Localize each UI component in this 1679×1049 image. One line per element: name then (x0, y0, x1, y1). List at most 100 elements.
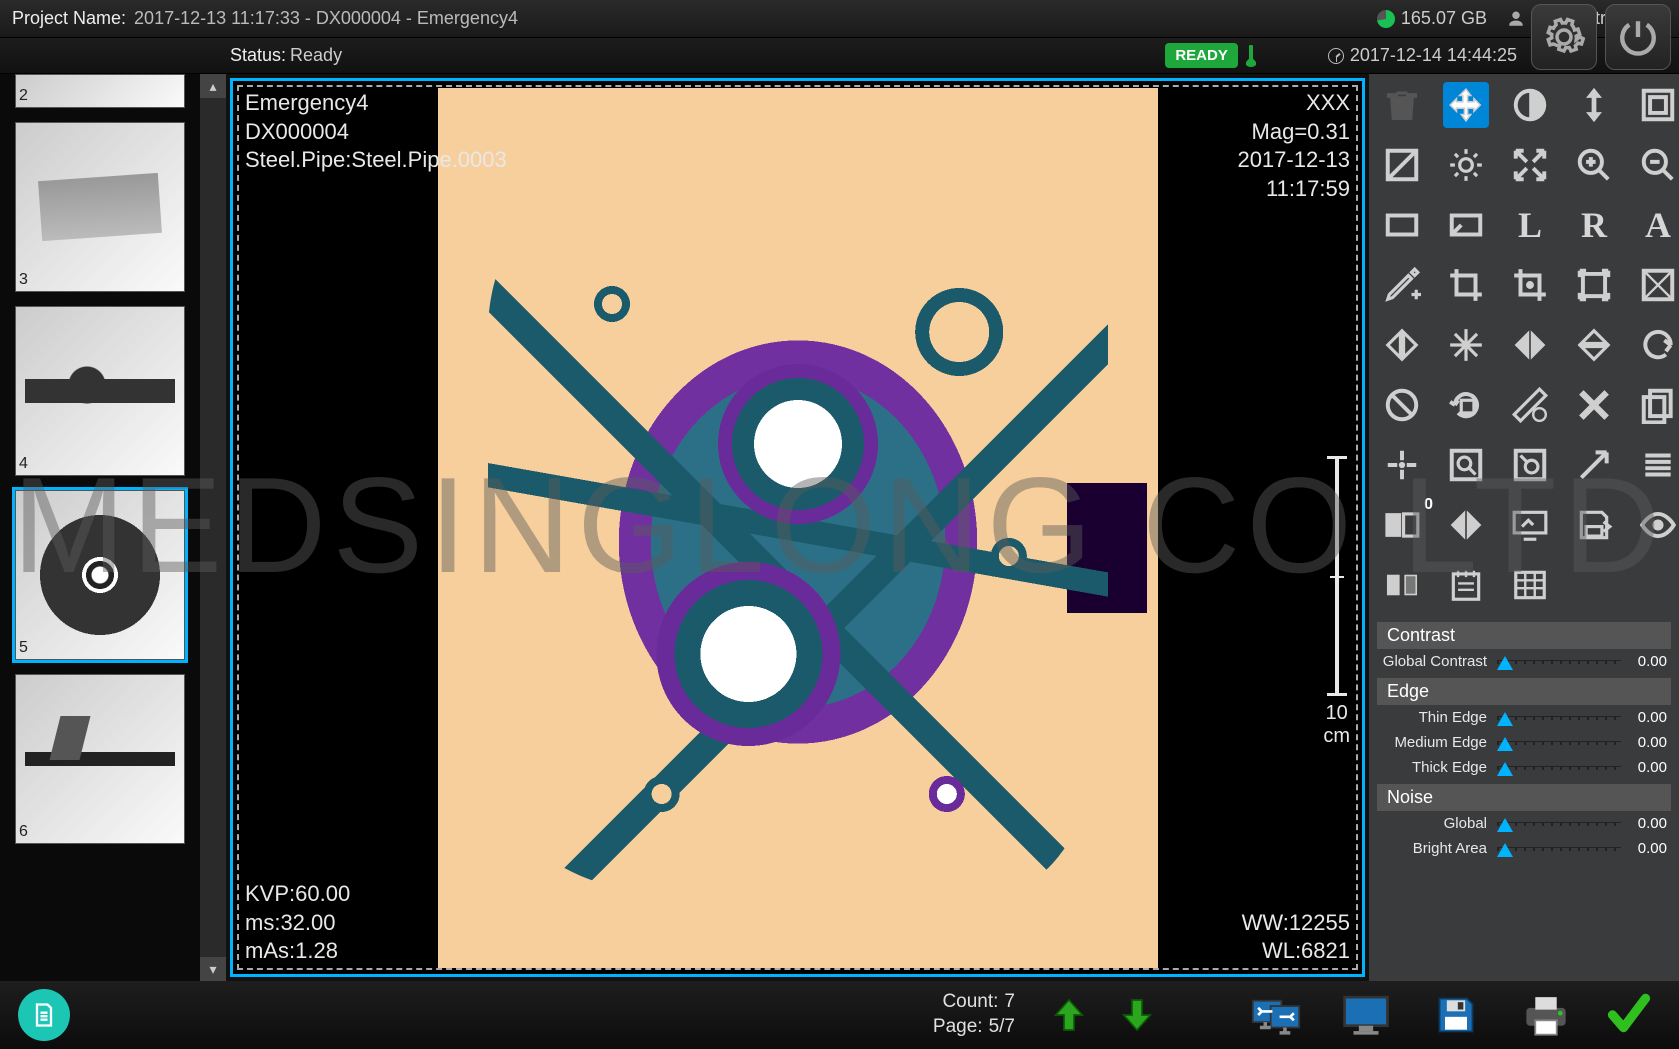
split-tool[interactable] (1379, 562, 1425, 608)
accept-button[interactable] (1601, 991, 1661, 1039)
list-tool[interactable] (1635, 442, 1679, 488)
floppy-icon (1431, 993, 1481, 1037)
pointer-tool[interactable] (1571, 442, 1617, 488)
image-viewer[interactable]: Emergency4 DX000004 Steel.Pipe:Steel.Pip… (230, 78, 1365, 977)
overlay-wl: WL:6821 (1242, 937, 1350, 966)
thin-edge-slider[interactable]: Thin Edge 0.00 (1377, 705, 1671, 730)
delete-tool[interactable] (1379, 82, 1425, 128)
slider-track[interactable] (1497, 716, 1621, 720)
thumbnail-item[interactable]: 5 (15, 490, 185, 660)
power-icon (1617, 16, 1659, 58)
power-button[interactable] (1605, 4, 1671, 70)
pan-tool[interactable] (1443, 82, 1489, 128)
marker-a-tool[interactable]: A (1635, 202, 1679, 248)
mask-tool[interactable] (1635, 262, 1679, 308)
thumbnail-item[interactable]: 6 (15, 674, 185, 844)
monitor-tool[interactable] (1507, 502, 1553, 548)
compare-icon (1383, 506, 1421, 544)
dual-monitor-button[interactable] (1247, 991, 1305, 1039)
slider-track[interactable] (1497, 847, 1621, 851)
undo-tool[interactable] (1635, 322, 1679, 368)
thumbnail-index: 3 (19, 271, 28, 289)
magnify-area-tool[interactable] (1507, 442, 1553, 488)
print-button[interactable] (1517, 991, 1575, 1039)
scale-value: 10 (1323, 702, 1350, 725)
fullscreen-tool[interactable] (1635, 82, 1679, 128)
pencil-plus-icon (1383, 266, 1421, 304)
fit-tool[interactable] (1507, 142, 1553, 188)
contrast-tool[interactable] (1507, 82, 1553, 128)
sliders-panel: Contrast Global Contrast 0.00 Edge Thin … (1369, 618, 1679, 861)
burst-tool[interactable] (1443, 322, 1489, 368)
mirror-h-tool[interactable] (1507, 322, 1553, 368)
notes-tool[interactable] (1443, 562, 1489, 608)
magnify-region-tool[interactable] (1443, 442, 1489, 488)
thumbnail-item[interactable]: 2 (15, 74, 185, 108)
flip-vertical-tool[interactable] (1571, 82, 1617, 128)
marker-r-tool[interactable]: R (1571, 202, 1617, 248)
monitor-button[interactable] (1337, 991, 1395, 1039)
slider-track[interactable] (1497, 741, 1621, 745)
status-label: Status: (230, 45, 286, 66)
scroll-down-icon[interactable]: ▾ (200, 957, 226, 981)
crop-handles-tool[interactable] (1571, 262, 1617, 308)
rotate-ccw-icon (1447, 386, 1485, 424)
crosshair-tool[interactable] (1379, 442, 1425, 488)
thumbnail-scrollbar[interactable]: ▴ ▾ (200, 74, 226, 981)
slider-thumb[interactable] (1497, 712, 1513, 726)
x-icon (1575, 386, 1613, 424)
slider-value: 0.00 (1627, 653, 1667, 670)
visibility-tool[interactable]: 0 (1635, 502, 1679, 548)
slider-track[interactable] (1497, 766, 1621, 770)
next-button[interactable] (1113, 991, 1161, 1039)
levels-tool[interactable] (1379, 142, 1425, 188)
prev-button[interactable] (1045, 991, 1093, 1039)
slider-thumb[interactable] (1497, 762, 1513, 776)
rotate-ccw-tool[interactable] (1443, 382, 1489, 428)
crop-center-tool[interactable] (1507, 262, 1553, 308)
slider-thumb[interactable] (1497, 818, 1513, 832)
mirror-v-tool[interactable] (1571, 322, 1617, 368)
page-label: Page: (933, 1015, 983, 1040)
settings-button[interactable] (1531, 4, 1597, 70)
slider-thumb[interactable] (1497, 737, 1513, 751)
close-tool[interactable] (1571, 382, 1617, 428)
report-button[interactable] (18, 989, 70, 1041)
thick-edge-slider[interactable]: Thick Edge 0.00 (1377, 755, 1671, 780)
crop-tool[interactable] (1443, 262, 1489, 308)
no-circle-tool[interactable] (1379, 382, 1425, 428)
compare-tool[interactable]: 0 (1379, 502, 1425, 548)
global-contrast-slider[interactable]: Global Contrast 0.00 (1377, 649, 1671, 674)
slider-track[interactable] (1497, 660, 1621, 664)
scroll-track[interactable] (200, 98, 226, 957)
marker-l-tool[interactable]: L (1507, 202, 1553, 248)
thumbnail-item[interactable]: 3 (15, 122, 185, 292)
save-button[interactable] (1427, 991, 1485, 1039)
bright-area-slider[interactable]: Bright Area 0.00 (1377, 836, 1671, 861)
fullscreen-icon (1639, 86, 1677, 124)
copy-tool[interactable] (1635, 382, 1679, 428)
grid-list-tool[interactable] (1507, 562, 1553, 608)
medium-edge-slider[interactable]: Medium Edge 0.00 (1377, 730, 1671, 755)
brightness-tool[interactable] (1443, 142, 1489, 188)
ruler-settings-tool[interactable] (1507, 382, 1553, 428)
zoom-in-tool[interactable] (1571, 142, 1617, 188)
annotate-tool[interactable] (1379, 262, 1425, 308)
save-disk-tool[interactable] (1571, 502, 1617, 548)
thumbnail-item[interactable]: 4 (15, 306, 185, 476)
slider-thumb[interactable] (1497, 843, 1513, 857)
zoom-out-tool[interactable] (1635, 142, 1679, 188)
overlay-kvp: KVP:60.00 (245, 880, 350, 909)
dual-monitor-icon (1251, 993, 1301, 1037)
slider-track[interactable] (1497, 822, 1621, 826)
flip-compare-tool[interactable] (1443, 502, 1489, 548)
count-label: Count: (942, 990, 998, 1015)
roi-tool[interactable] (1443, 202, 1489, 248)
flip-h-tool[interactable] (1379, 322, 1425, 368)
fit-icon (1511, 146, 1549, 184)
scroll-up-icon[interactable]: ▴ (200, 74, 226, 98)
move-icon (1447, 86, 1485, 124)
window-tool[interactable] (1379, 202, 1425, 248)
slider-thumb[interactable] (1497, 656, 1513, 670)
global-noise-slider[interactable]: Global 0.00 (1377, 811, 1671, 836)
